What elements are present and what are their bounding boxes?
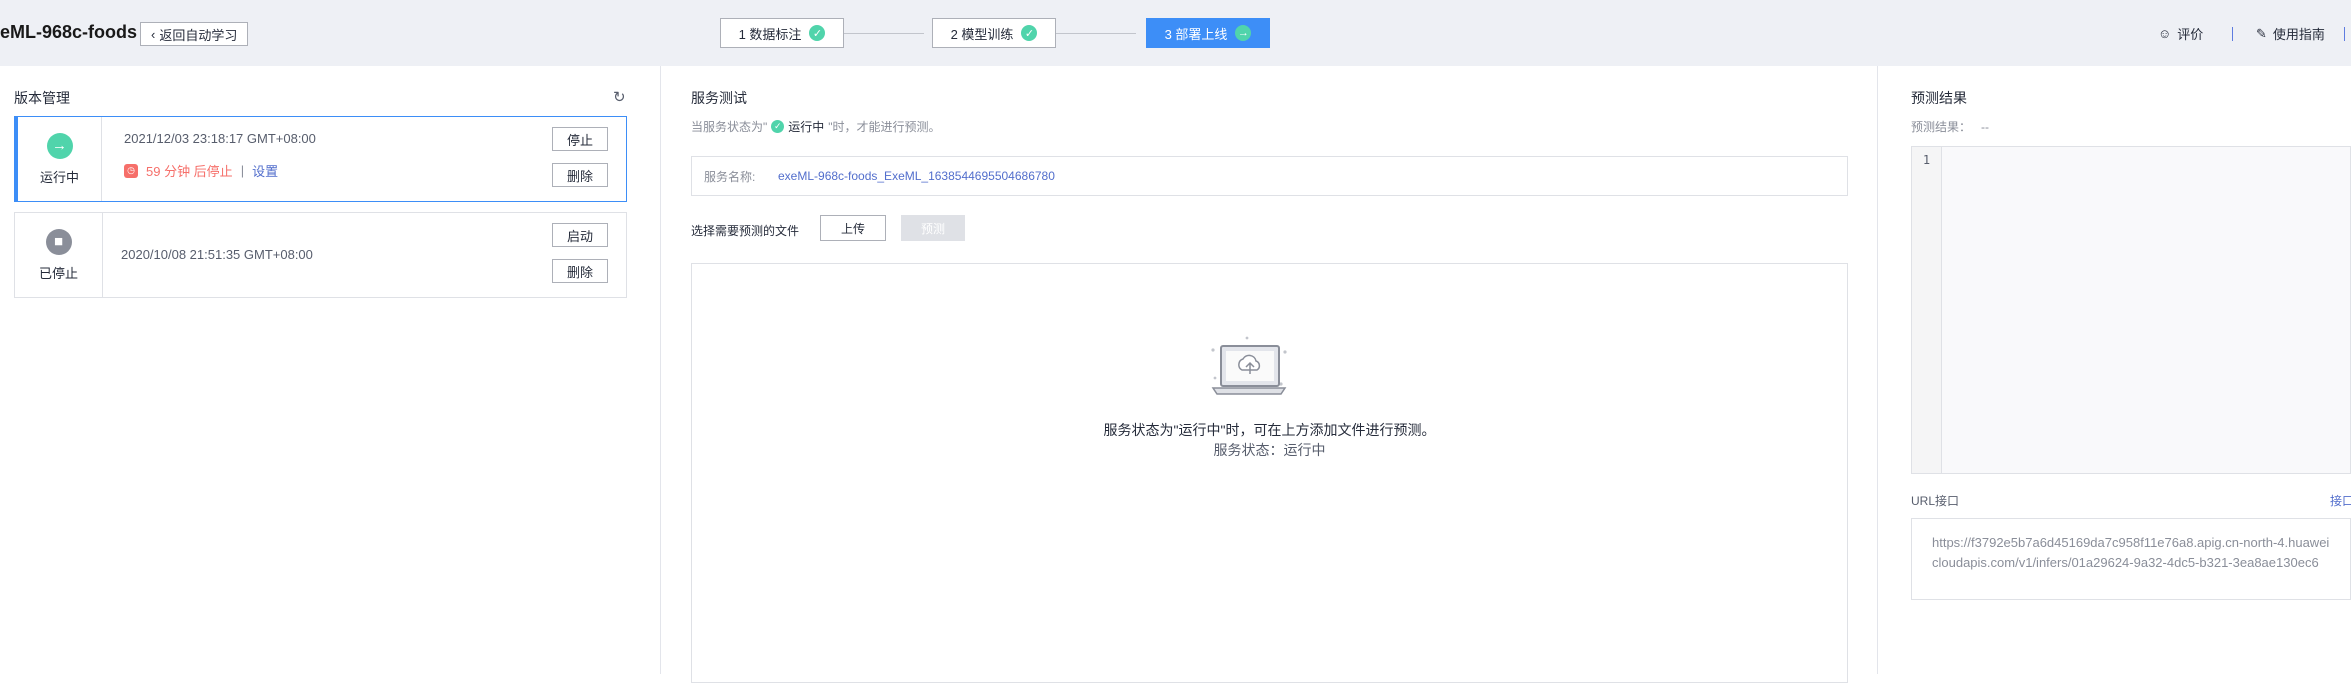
chevron-left-icon: ‹ [151, 26, 156, 42]
service-name-value[interactable]: exeML-968c-foods_ExeML_16385446955046867… [778, 169, 1055, 183]
divider [2232, 27, 2233, 41]
stop-button[interactable]: 停止 [552, 127, 608, 151]
service-hint: 当服务状态为" ✓ 运行中 "时，才能进行预测。 [691, 118, 941, 135]
hint-prefix: 当服务状态为" [691, 120, 768, 134]
file-drop-area[interactable]: 服务状态为"运行中"时，可在上方添加文件进行预测。 服务状态：运行中 [691, 263, 1848, 683]
url-field[interactable]: https://f3792e5b7a6d45169da7c958f11e76a8… [1911, 518, 2351, 600]
guide-label: 使用指南 [2272, 27, 2325, 42]
delete-button[interactable]: 删除 [552, 259, 608, 283]
predict-button[interactable]: 预测 [901, 215, 965, 241]
step-label: 1 数据标注 [738, 26, 802, 42]
result-editor[interactable]: 1 [1911, 146, 2351, 474]
timer-icon: ◷ [124, 163, 138, 178]
version-card-stopped[interactable]: ■ 已停止 2020/10/08 21:51:35 GMT+08:00 启动 删… [14, 212, 627, 298]
hint-status: 运行中 [788, 120, 825, 134]
divider [2344, 27, 2345, 41]
version-panel: 版本管理 ↻ → 运行中 2021/12/03 23:18:17 GMT+08:… [0, 66, 661, 674]
service-name-field: 服务名称: exeML-968c-foods_ExeML_16385446955… [691, 156, 1848, 196]
step-connector [1056, 33, 1136, 34]
version-time: 2021/12/03 23:18:17 GMT+08:00 [124, 131, 316, 146]
refresh-icon[interactable]: ↻ [613, 88, 626, 106]
auto-stop-info: ◷ 59 分钟 后停止 | 设置 [124, 161, 278, 180]
file-select-label: 选择需要预测的文件 [691, 224, 800, 238]
result-summary: 预测结果： -- [1911, 118, 1989, 135]
step-connector [844, 33, 924, 34]
result-panel-title: 预测结果 [1911, 90, 1967, 106]
arrow-right-icon: → [46, 132, 73, 159]
arrow-right-icon: → [1235, 25, 1252, 41]
version-time: 2020/10/08 21:51:35 GMT+08:00 [121, 247, 313, 262]
smile-icon: ☺ [2158, 26, 2172, 41]
check-icon: ✓ [809, 25, 826, 41]
step-data-labeling[interactable]: 1 数据标注 ✓ [720, 18, 844, 48]
version-status: → 运行中 [18, 117, 102, 201]
result-label: 预测结果： [1911, 120, 1972, 134]
guide-link[interactable]: ✎ 使用指南 [2256, 24, 2325, 43]
back-button[interactable]: ‹ 返回自动学习 [140, 22, 249, 46]
url-label: URL接口 [1911, 494, 1960, 508]
status-label: 运行中 [39, 169, 79, 185]
status-label: 已停止 [38, 265, 78, 281]
back-button-label: 返回自动学习 [159, 27, 238, 43]
separator: | [240, 163, 245, 178]
service-test-title: 服务测试 [691, 90, 747, 106]
rate-label: 评价 [2177, 27, 2204, 42]
check-icon: ✓ [771, 120, 785, 133]
hint-suffix: "时，才能进行预测。 [828, 120, 941, 134]
drop-message: 服务状态为"运行中"时，可在上方添加文件进行预测。 [1103, 422, 1436, 438]
line-number: 1 [1912, 147, 1942, 473]
version-card-running[interactable]: → 运行中 2021/12/03 23:18:17 GMT+08:00 ◷ 59… [14, 116, 627, 202]
check-icon: ✓ [1021, 25, 1038, 41]
version-status: ■ 已停止 [15, 213, 103, 297]
api-link[interactable]: 接口 [2330, 492, 2351, 509]
service-name-label: 服务名称: [704, 169, 756, 184]
stop-icon: ■ [45, 228, 72, 255]
delete-button[interactable]: 删除 [552, 163, 608, 187]
step-label: 3 部署上线 [1164, 26, 1228, 42]
settings-link[interactable]: 设置 [252, 161, 278, 180]
upload-button[interactable]: 上传 [820, 215, 886, 241]
top-bar: eML-968c-foods ‹ 返回自动学习 1 数据标注 ✓ 2 模型训练 … [0, 0, 2351, 66]
page-title: eML-968c-foods [0, 22, 138, 42]
start-button[interactable]: 启动 [552, 223, 608, 247]
step-model-training[interactable]: 2 模型训练 ✓ [932, 18, 1056, 48]
rate-link[interactable]: ☺ 评价 [2158, 24, 2203, 43]
drop-status: 服务状态：运行中 [1213, 442, 1326, 458]
version-panel-title: 版本管理 [14, 90, 70, 106]
step-deploy[interactable]: 3 部署上线 → [1146, 18, 1270, 48]
result-panel: 预测结果 预测结果： -- 1 URL接口 接口 https://f3792e5… [1878, 66, 2351, 674]
service-test-panel: 服务测试 当服务状态为" ✓ 运行中 "时，才能进行预测。 服务名称: exeM… [661, 66, 1878, 683]
edit-icon: ✎ [2256, 25, 2267, 41]
laptop-upload-icon [1211, 336, 1287, 395]
auto-stop-text: 59 分钟 后停止 [146, 164, 233, 179]
step-label: 2 模型训练 [950, 26, 1014, 42]
result-value: -- [1981, 119, 1990, 134]
